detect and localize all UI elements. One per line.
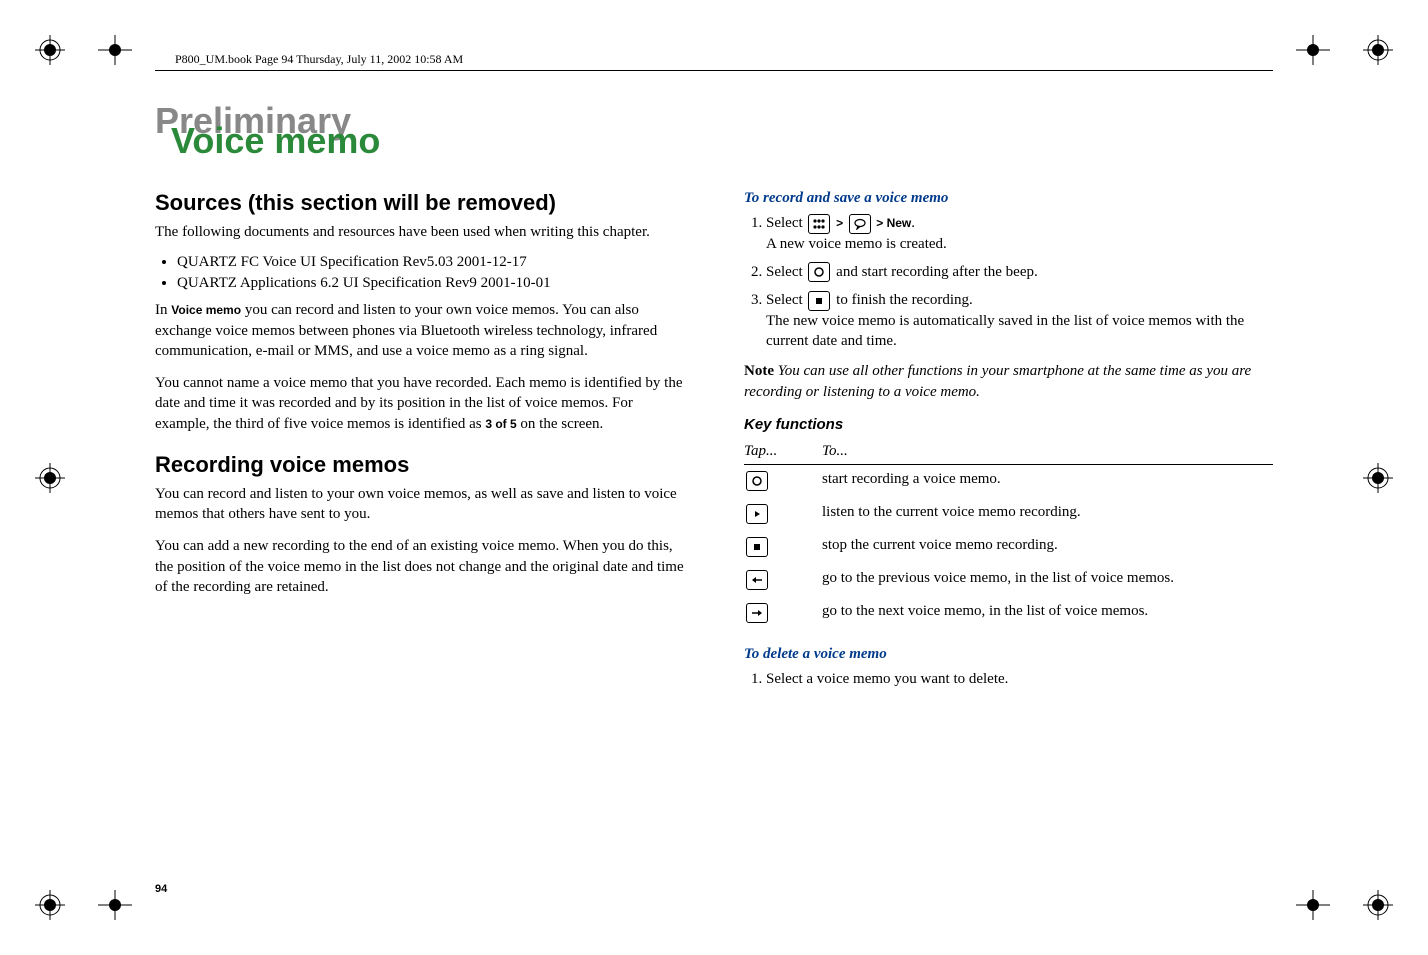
stop-square-icon	[746, 537, 768, 557]
table-cell-desc: start recording a voice memo.	[822, 464, 1273, 497]
sources-item: QUARTZ Applications 6.2 UI Specification…	[177, 275, 684, 292]
naming-note: You cannot name a voice memo that you ha…	[155, 373, 684, 434]
page-number: 94	[155, 883, 167, 895]
table-cell-desc: go to the next voice memo, in the list o…	[822, 596, 1273, 629]
step-text: to finish the recording.	[836, 292, 973, 308]
crop-mark-icon	[98, 35, 132, 65]
delete-step-1: Select a voice memo you want to delete.	[766, 669, 1273, 689]
right-column: To record and save a voice memo Select >…	[744, 184, 1273, 699]
record-circle-icon	[746, 471, 768, 491]
header-rule	[155, 70, 1273, 71]
record-circle-icon	[808, 262, 830, 282]
step-result: A new voice memo is created.	[766, 236, 947, 252]
sources-item: QUARTZ FC Voice UI Specification Rev5.03…	[177, 254, 684, 271]
table-row: go to the next voice memo, in the list o…	[744, 596, 1273, 629]
running-header: P800_UM.book Page 94 Thursday, July 11, …	[175, 52, 463, 67]
step-dot: .	[911, 215, 915, 231]
step-text: Select	[766, 292, 806, 308]
position-example: 3 of 5	[485, 417, 516, 431]
registration-mark-icon	[35, 890, 65, 920]
step-result: The new voice memo is automatically save…	[766, 313, 1244, 349]
step-text: Select	[766, 264, 806, 280]
crop-mark-icon	[1296, 35, 1330, 65]
table-cell-desc: go to the previous voice memo, in the li…	[822, 563, 1273, 596]
page-content: Preliminary Voice memo Sources (this sec…	[155, 100, 1273, 885]
key-functions-table: Tap... To... start recording a voice mem…	[744, 439, 1273, 630]
sources-intro: The following documents and resources ha…	[155, 222, 684, 242]
registration-mark-icon	[35, 463, 65, 493]
registration-mark-icon	[1363, 890, 1393, 920]
table-row: listen to the current voice memo recordi…	[744, 497, 1273, 530]
voice-memo-label: Voice memo	[171, 303, 241, 317]
record-step-1: Select > > New. A new voice memo is crea…	[766, 213, 1273, 254]
recording-heading: Recording voice memos	[155, 452, 684, 478]
to-delete-heading: To delete a voice memo	[744, 646, 1273, 663]
step-new: > New	[876, 216, 911, 230]
stop-square-icon	[808, 291, 830, 311]
key-functions-heading: Key functions	[744, 416, 1273, 433]
crop-mark-icon	[1296, 890, 1330, 920]
sources-heading: Sources (this section will be removed)	[155, 190, 684, 216]
voice-memo-intro: In Voice memo you can record and listen …	[155, 300, 684, 361]
record-step-2: Select and start recording after the bee…	[766, 262, 1273, 283]
to-record-heading: To record and save a voice memo	[744, 190, 1273, 207]
apps-grid-icon	[808, 214, 830, 234]
step-text: and start recording after the beep.	[836, 264, 1038, 280]
prev-arrow-icon	[746, 570, 768, 590]
delete-steps: Select a voice memo you want to delete.	[744, 669, 1273, 689]
next-arrow-icon	[746, 603, 768, 623]
record-steps: Select > > New. A new voice memo is crea…	[744, 213, 1273, 351]
registration-mark-icon	[1363, 463, 1393, 493]
table-cell-desc: listen to the current voice memo recordi…	[822, 497, 1273, 530]
table-row: start recording a voice memo.	[744, 464, 1273, 497]
note-label: Note	[744, 363, 774, 379]
step-text: Select	[766, 215, 806, 231]
left-column: Sources (this section will be removed) T…	[155, 184, 684, 699]
page-title: Voice memo	[171, 120, 1273, 162]
step-gt: >	[836, 216, 846, 230]
crop-mark-icon	[98, 890, 132, 920]
registration-mark-icon	[1363, 35, 1393, 65]
sources-list: QUARTZ FC Voice UI Specification Rev5.03…	[155, 254, 684, 292]
voice-bubble-icon	[849, 214, 871, 234]
table-row: go to the previous voice memo, in the li…	[744, 563, 1273, 596]
table-header-to: To...	[822, 439, 1273, 465]
table-header-tap: Tap...	[744, 439, 822, 465]
note-body: You can use all other functions in your …	[744, 363, 1251, 399]
record-step-3: Select to finish the recording. The new …	[766, 290, 1273, 351]
note-line: Note You can use all other functions in …	[744, 361, 1273, 402]
table-cell-desc: stop the current voice memo recording.	[822, 530, 1273, 563]
registration-mark-icon	[35, 35, 65, 65]
recording-para2: You can add a new recording to the end o…	[155, 536, 684, 597]
recording-para1: You can record and listen to your own vo…	[155, 484, 684, 525]
table-row: stop the current voice memo recording.	[744, 530, 1273, 563]
play-triangle-icon	[746, 504, 768, 524]
